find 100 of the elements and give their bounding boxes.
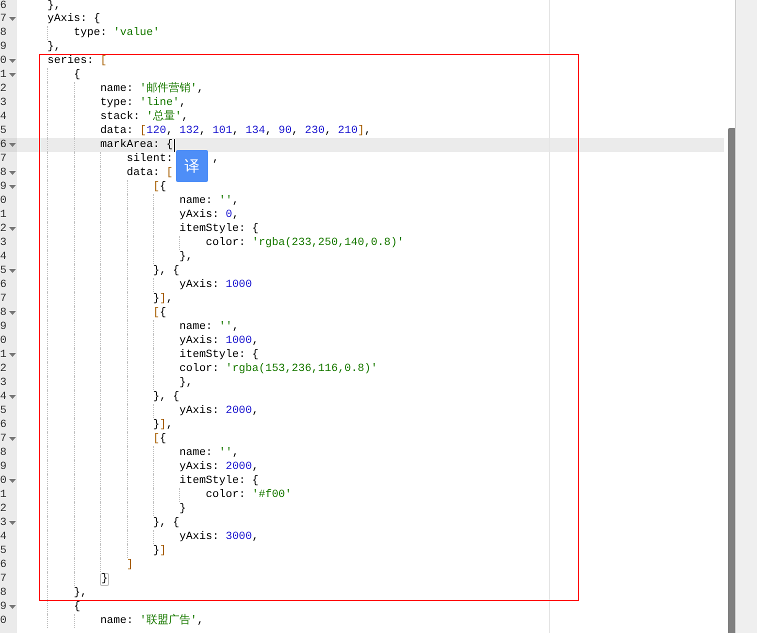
- line-number: 5: [0, 264, 7, 278]
- code-line: name: '联盟广告',: [100, 614, 204, 628]
- line-number: 5: [0, 544, 7, 558]
- code-line: [{: [153, 306, 166, 320]
- code-line: name: '',: [179, 446, 239, 460]
- line-number: 0: [0, 614, 7, 628]
- code-line: yAxis: 2000,: [179, 460, 259, 474]
- code-line: }],: [153, 418, 173, 432]
- line-number: 1: [0, 68, 7, 82]
- fold-arrow-icon[interactable]: [9, 143, 16, 147]
- code-line: color: 'rgba(233,250,140,0.8)': [206, 236, 404, 250]
- scrollbar-thumb[interactable]: [728, 128, 735, 633]
- line-number: 9: [0, 320, 7, 334]
- code-line: }]: [153, 544, 166, 558]
- fold-arrow-icon[interactable]: [9, 227, 16, 231]
- line-number: 6: [0, 278, 7, 292]
- line-number: 0: [0, 194, 7, 208]
- fold-arrow-icon[interactable]: [9, 17, 16, 21]
- code-line: yAxis: 0,: [179, 208, 239, 222]
- code-line: }, {: [153, 390, 180, 404]
- line-number: 7: [0, 292, 7, 306]
- line-number: 2: [0, 82, 7, 96]
- code-line: yAxis: 1000: [179, 278, 252, 292]
- line-number: 0: [0, 334, 7, 348]
- code-line: }: [179, 502, 186, 516]
- code-line: itemStyle: {: [179, 222, 259, 236]
- line-number: 3: [0, 236, 7, 250]
- line-number: 9: [0, 180, 7, 194]
- code-line: }, {: [153, 516, 180, 530]
- fold-arrow-icon[interactable]: [9, 73, 16, 77]
- line-number: 2: [0, 222, 7, 236]
- line-number: 8: [0, 306, 7, 320]
- line-number: 1: [0, 488, 7, 502]
- line-number: 9: [0, 40, 7, 54]
- line-number: 4: [0, 250, 7, 264]
- code-line: [{: [153, 180, 166, 194]
- code-line: type: 'line',: [100, 96, 186, 110]
- code-line: name: '邮件营销',: [100, 82, 204, 96]
- line-number: 8: [0, 166, 7, 180]
- code-line: series: [: [47, 54, 107, 68]
- code-line: type: 'value': [74, 26, 160, 40]
- line-number: 3: [0, 516, 7, 530]
- fold-arrow-icon[interactable]: [9, 605, 16, 609]
- code-line: {: [74, 68, 80, 82]
- line-number: 4: [0, 390, 7, 404]
- line-number: 0: [0, 474, 7, 488]
- line-number: 5: [0, 124, 7, 138]
- code-line: color: '#f00': [206, 488, 292, 502]
- code-line: stack: '总量',: [100, 110, 188, 124]
- code-line: },: [179, 376, 193, 390]
- fold-arrow-icon[interactable]: [9, 171, 16, 175]
- fold-arrow-icon[interactable]: [9, 521, 16, 525]
- code-line: }, {: [153, 264, 180, 278]
- fold-arrow-icon[interactable]: [9, 269, 16, 273]
- fold-arrow-icon[interactable]: [9, 479, 16, 483]
- code-line: [{: [153, 432, 166, 446]
- code-line: color: 'rgba(153,236,116,0.8)': [179, 362, 378, 376]
- line-number: 8: [0, 26, 7, 40]
- code-line: {: [74, 600, 80, 614]
- line-number: 8: [0, 446, 7, 460]
- code-line: name: '',: [179, 194, 239, 208]
- line-number: 1: [0, 348, 7, 362]
- code-line: yAxis: 3000,: [179, 530, 259, 544]
- fold-arrow-icon[interactable]: [9, 311, 16, 315]
- line-number: 5: [0, 404, 7, 418]
- line-number: 9: [0, 460, 7, 474]
- line-number: 6: [0, 558, 7, 572]
- fold-arrow-icon[interactable]: [9, 59, 16, 63]
- code-line: },: [47, 0, 61, 12]
- code-line: itemStyle: {: [179, 474, 259, 488]
- code-line: itemStyle: {: [179, 348, 259, 362]
- line-number: 7: [0, 152, 7, 166]
- code-line: data: [120, 132, 101, 134, 90, 230, 210],: [100, 124, 371, 138]
- line-number: 6: [0, 0, 7, 12]
- line-number: 2: [0, 362, 7, 376]
- line-number: 3: [0, 96, 7, 110]
- line-number: 7: [0, 432, 7, 446]
- code-line: markArea: {: [100, 138, 173, 152]
- line-number: 2: [0, 502, 7, 516]
- fold-arrow-icon[interactable]: [9, 185, 16, 189]
- code-line: name: '',: [179, 320, 239, 334]
- code-line: yAxis: 2000,: [179, 404, 259, 418]
- code-line: }],: [153, 292, 173, 306]
- code-line: },: [179, 250, 193, 264]
- line-number: 6: [0, 138, 7, 152]
- line-number: 7: [0, 12, 7, 26]
- line-number: 7: [0, 572, 7, 586]
- line-number: 4: [0, 530, 7, 544]
- line-number: 6: [0, 418, 7, 432]
- code-line: ]: [126, 558, 134, 572]
- line-number: 3: [0, 376, 7, 390]
- line-number: 9: [0, 600, 7, 614]
- fold-arrow-icon[interactable]: [9, 395, 16, 399]
- line-number: 0: [0, 54, 7, 68]
- code-line: },: [47, 40, 61, 54]
- fold-arrow-icon[interactable]: [9, 437, 16, 441]
- line-number: 4: [0, 110, 7, 124]
- line-number: 1: [0, 208, 7, 222]
- fold-arrow-icon[interactable]: [9, 353, 16, 357]
- code-line: yAxis: 1000,: [179, 334, 259, 348]
